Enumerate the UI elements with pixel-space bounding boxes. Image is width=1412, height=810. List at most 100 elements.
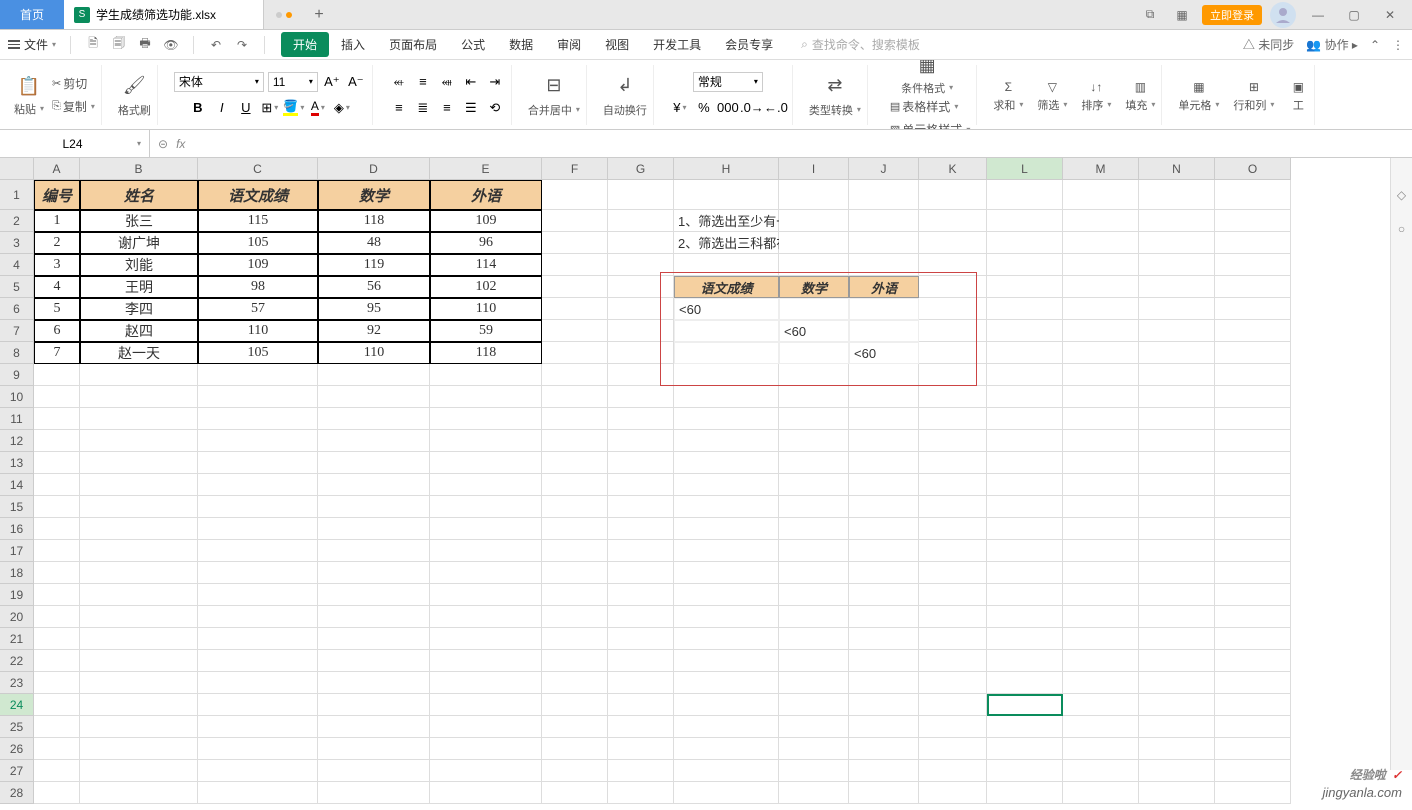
cell[interactable]: [849, 584, 919, 606]
cell[interactable]: [1139, 496, 1215, 518]
cell[interactable]: 56: [318, 276, 430, 298]
cell[interactable]: [779, 496, 849, 518]
cell[interactable]: [430, 694, 542, 716]
cell[interactable]: [198, 672, 318, 694]
cell[interactable]: [34, 386, 80, 408]
cell[interactable]: [80, 628, 198, 650]
align-mid-icon[interactable]: ≡: [413, 72, 433, 92]
cell[interactable]: [779, 210, 849, 232]
cell[interactable]: [198, 518, 318, 540]
fill-label[interactable]: 填充: [1125, 97, 1155, 113]
cell[interactable]: [80, 782, 198, 804]
cell[interactable]: [919, 628, 987, 650]
cell[interactable]: [779, 254, 849, 276]
paste-icon[interactable]: 📋: [15, 73, 43, 101]
cell[interactable]: [1139, 672, 1215, 694]
cell[interactable]: [1139, 254, 1215, 276]
cell[interactable]: [919, 210, 987, 232]
cell[interactable]: [34, 364, 80, 386]
name-input[interactable]: [8, 137, 137, 151]
tab-dev[interactable]: 开发工具: [641, 32, 713, 57]
cell[interactable]: [318, 738, 430, 760]
row-header-20[interactable]: 20: [0, 606, 34, 628]
row-header-25[interactable]: 25: [0, 716, 34, 738]
cell[interactable]: [779, 606, 849, 628]
cell[interactable]: [198, 760, 318, 782]
cell[interactable]: [674, 320, 779, 342]
row-header-6[interactable]: 6: [0, 298, 34, 320]
cell[interactable]: [1215, 496, 1291, 518]
cell[interactable]: [34, 782, 80, 804]
cell[interactable]: [987, 738, 1063, 760]
cell[interactable]: [849, 672, 919, 694]
cell[interactable]: [608, 180, 674, 210]
cell[interactable]: 59: [430, 320, 542, 342]
cell[interactable]: [318, 496, 430, 518]
cell[interactable]: [779, 672, 849, 694]
cell[interactable]: [1215, 540, 1291, 562]
cell[interactable]: 7: [34, 342, 80, 364]
row-header-14[interactable]: 14: [0, 474, 34, 496]
cell[interactable]: [987, 474, 1063, 496]
cell[interactable]: [919, 254, 987, 276]
cell[interactable]: [1215, 180, 1291, 210]
cell[interactable]: [430, 782, 542, 804]
cell[interactable]: [919, 496, 987, 518]
cell[interactable]: [430, 408, 542, 430]
typeconv-icon[interactable]: ⇄: [821, 72, 849, 100]
cell[interactable]: [542, 364, 608, 386]
cell[interactable]: [674, 496, 779, 518]
cell[interactable]: 语文成绩: [198, 180, 318, 210]
cell[interactable]: [1215, 584, 1291, 606]
cell[interactable]: [1063, 232, 1139, 254]
search-box[interactable]: ⌕ 查找命令、搜索模板: [801, 36, 920, 53]
cell[interactable]: [1139, 364, 1215, 386]
name-box[interactable]: ▾: [0, 130, 150, 157]
cell[interactable]: [80, 650, 198, 672]
cell[interactable]: [542, 606, 608, 628]
cell[interactable]: [608, 210, 674, 232]
cell[interactable]: [849, 180, 919, 210]
cell[interactable]: [1215, 254, 1291, 276]
cell[interactable]: [34, 672, 80, 694]
currency-icon[interactable]: ¥: [670, 98, 690, 118]
cell[interactable]: [198, 584, 318, 606]
cell[interactable]: [779, 628, 849, 650]
cell[interactable]: [849, 518, 919, 540]
cell[interactable]: [779, 180, 849, 210]
cell[interactable]: [674, 606, 779, 628]
cell[interactable]: [987, 276, 1063, 298]
cell[interactable]: [1139, 342, 1215, 364]
cell[interactable]: 110: [198, 320, 318, 342]
cell[interactable]: [198, 716, 318, 738]
cell[interactable]: [542, 782, 608, 804]
cell[interactable]: [1139, 298, 1215, 320]
cell[interactable]: [34, 584, 80, 606]
cell[interactable]: [198, 650, 318, 672]
cell[interactable]: [1215, 518, 1291, 540]
cell[interactable]: [849, 386, 919, 408]
cell[interactable]: [198, 782, 318, 804]
row-header-24[interactable]: 24: [0, 694, 34, 716]
row-header-1[interactable]: 1: [0, 180, 34, 210]
cell[interactable]: [318, 364, 430, 386]
cell[interactable]: [674, 540, 779, 562]
cell[interactable]: [542, 452, 608, 474]
cell[interactable]: [849, 452, 919, 474]
cell[interactable]: [318, 716, 430, 738]
cell[interactable]: 5: [34, 298, 80, 320]
apps-icon[interactable]: ▦: [1170, 3, 1194, 27]
cell[interactable]: [987, 180, 1063, 210]
col-header-O[interactable]: O: [1215, 158, 1291, 180]
condfmt-icon[interactable]: ▦: [913, 60, 941, 80]
cell[interactable]: [1215, 628, 1291, 650]
cell[interactable]: [919, 408, 987, 430]
cell[interactable]: 110: [318, 342, 430, 364]
cell[interactable]: 1: [34, 210, 80, 232]
cell[interactable]: [987, 254, 1063, 276]
saveas-icon[interactable]: 🗐: [111, 34, 127, 55]
cell[interactable]: [34, 694, 80, 716]
col-header-G[interactable]: G: [608, 158, 674, 180]
row-header-9[interactable]: 9: [0, 364, 34, 386]
cell[interactable]: [1139, 430, 1215, 452]
